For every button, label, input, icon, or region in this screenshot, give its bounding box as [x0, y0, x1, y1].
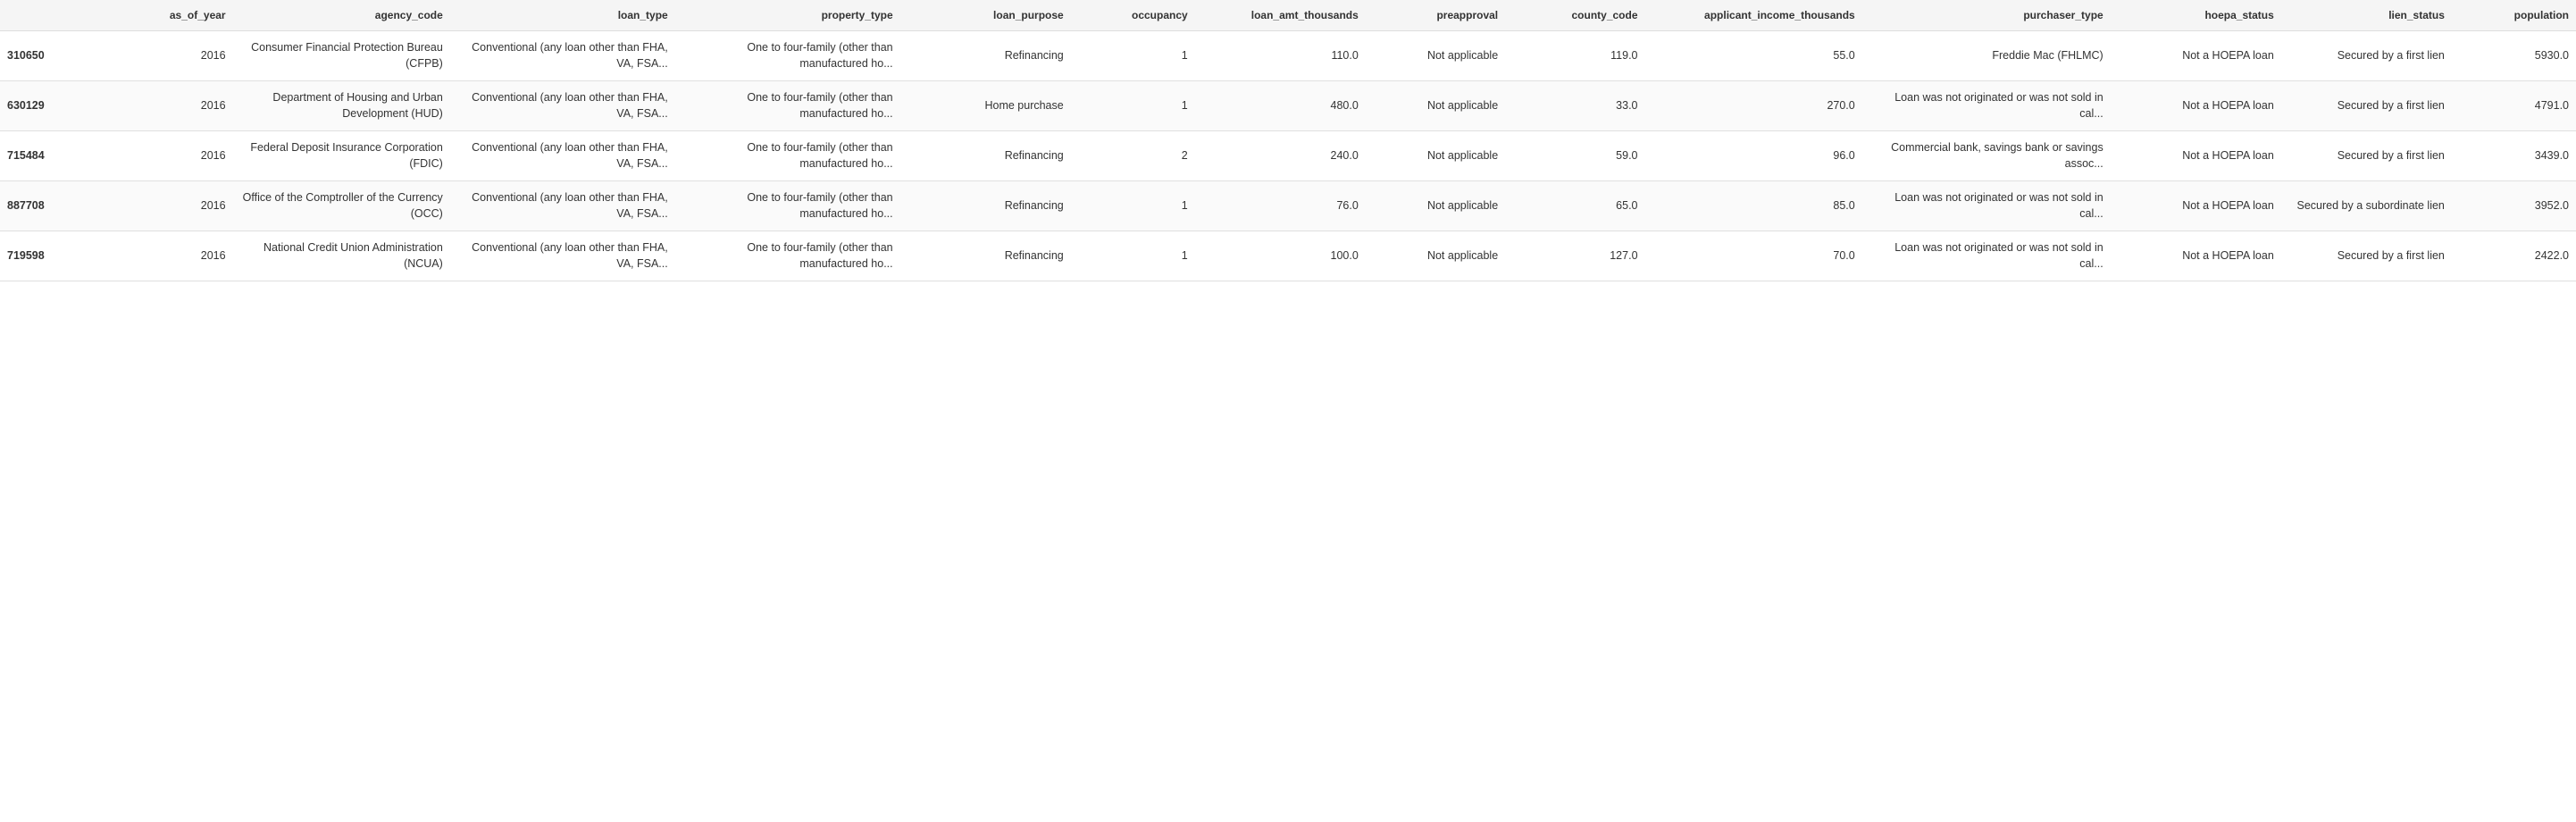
column-header-as_of_year: as_of_year: [124, 0, 233, 31]
cell-agency_code: National Credit Union Administration (NC…: [233, 231, 450, 281]
cell-agency_code: Consumer Financial Protection Bureau (CF…: [233, 31, 450, 81]
cell-property_type: One to four-family (other than manufactu…: [675, 231, 900, 281]
cell-population: 3952.0: [2452, 181, 2576, 231]
cell-agency_code: Office of the Comptroller of the Currenc…: [233, 181, 450, 231]
cell-loan_purpose: Home purchase: [900, 81, 1071, 131]
column-header-applicant_income_thousands: applicant_income_thousands: [1645, 0, 1862, 31]
cell-loan_type: Conventional (any loan other than FHA, V…: [450, 181, 675, 231]
cell-loan_amt_thousands: 480.0: [1195, 81, 1366, 131]
cell-purchaser_type: Loan was not originated or was not sold …: [1862, 81, 2111, 131]
cell-loan_purpose: Refinancing: [900, 131, 1071, 181]
cell-applicant_income_thousands: 96.0: [1645, 131, 1862, 181]
column-header-occupancy: occupancy: [1071, 0, 1195, 31]
cell-loan_amt_thousands: 110.0: [1195, 31, 1366, 81]
cell-preapproval: Not applicable: [1366, 81, 1505, 131]
cell-occupancy: 1: [1071, 31, 1195, 81]
cell-county_code: 119.0: [1505, 31, 1644, 81]
column-header-hoepa_status: hoepa_status: [2111, 0, 2281, 31]
cell-hoepa_status: Not a HOEPA loan: [2111, 181, 2281, 231]
column-header-property_type: property_type: [675, 0, 900, 31]
table-row: 3106502016Consumer Financial Protection …: [0, 31, 2576, 81]
cell-loan_purpose: Refinancing: [900, 31, 1071, 81]
cell-agency_code: Federal Deposit Insurance Corporation (F…: [233, 131, 450, 181]
table-row: 7195982016National Credit Union Administ…: [0, 231, 2576, 281]
cell-id: 630129: [0, 81, 124, 131]
cell-lien_status: Secured by a first lien: [2281, 131, 2452, 181]
cell-applicant_income_thousands: 85.0: [1645, 181, 1862, 231]
cell-as_of_year: 2016: [124, 181, 233, 231]
cell-preapproval: Not applicable: [1366, 131, 1505, 181]
cell-county_code: 127.0: [1505, 231, 1644, 281]
table-row: 8877082016Office of the Comptroller of t…: [0, 181, 2576, 231]
cell-preapproval: Not applicable: [1366, 231, 1505, 281]
cell-lien_status: Secured by a first lien: [2281, 81, 2452, 131]
cell-county_code: 59.0: [1505, 131, 1644, 181]
cell-county_code: 65.0: [1505, 181, 1644, 231]
cell-id: 887708: [0, 181, 124, 231]
cell-lien_status: Secured by a subordinate lien: [2281, 181, 2452, 231]
cell-applicant_income_thousands: 270.0: [1645, 81, 1862, 131]
cell-id: 719598: [0, 231, 124, 281]
cell-id: 310650: [0, 31, 124, 81]
cell-population: 4791.0: [2452, 81, 2576, 131]
column-header-population: population: [2452, 0, 2576, 31]
cell-purchaser_type: Freddie Mac (FHLMC): [1862, 31, 2111, 81]
cell-loan_type: Conventional (any loan other than FHA, V…: [450, 31, 675, 81]
cell-as_of_year: 2016: [124, 131, 233, 181]
cell-property_type: One to four-family (other than manufactu…: [675, 131, 900, 181]
cell-loan_amt_thousands: 100.0: [1195, 231, 1366, 281]
cell-population: 2422.0: [2452, 231, 2576, 281]
cell-applicant_income_thousands: 55.0: [1645, 31, 1862, 81]
column-header-purchaser_type: purchaser_type: [1862, 0, 2111, 31]
column-header-loan_purpose: loan_purpose: [900, 0, 1071, 31]
cell-purchaser_type: Loan was not originated or was not sold …: [1862, 231, 2111, 281]
cell-loan_type: Conventional (any loan other than FHA, V…: [450, 131, 675, 181]
cell-occupancy: 1: [1071, 231, 1195, 281]
cell-loan_purpose: Refinancing: [900, 181, 1071, 231]
cell-as_of_year: 2016: [124, 31, 233, 81]
cell-property_type: One to four-family (other than manufactu…: [675, 31, 900, 81]
table-row: 7154842016Federal Deposit Insurance Corp…: [0, 131, 2576, 181]
column-header-lien_status: lien_status: [2281, 0, 2452, 31]
cell-hoepa_status: Not a HOEPA loan: [2111, 131, 2281, 181]
cell-loan_type: Conventional (any loan other than FHA, V…: [450, 81, 675, 131]
cell-population: 5930.0: [2452, 31, 2576, 81]
table-row: 6301292016Department of Housing and Urba…: [0, 81, 2576, 131]
cell-property_type: One to four-family (other than manufactu…: [675, 181, 900, 231]
cell-hoepa_status: Not a HOEPA loan: [2111, 31, 2281, 81]
cell-lien_status: Secured by a first lien: [2281, 31, 2452, 81]
cell-applicant_income_thousands: 70.0: [1645, 231, 1862, 281]
cell-preapproval: Not applicable: [1366, 31, 1505, 81]
cell-property_type: One to four-family (other than manufactu…: [675, 81, 900, 131]
cell-as_of_year: 2016: [124, 81, 233, 131]
cell-id: 715484: [0, 131, 124, 181]
cell-county_code: 33.0: [1505, 81, 1644, 131]
column-header-agency_code: agency_code: [233, 0, 450, 31]
data-table: as_of_yearagency_codeloan_typeproperty_t…: [0, 0, 2576, 281]
cell-as_of_year: 2016: [124, 231, 233, 281]
column-header-loan_amt_thousands: loan_amt_thousands: [1195, 0, 1366, 31]
cell-agency_code: Department of Housing and Urban Developm…: [233, 81, 450, 131]
cell-occupancy: 1: [1071, 181, 1195, 231]
cell-loan_purpose: Refinancing: [900, 231, 1071, 281]
table-header-row: as_of_yearagency_codeloan_typeproperty_t…: [0, 0, 2576, 31]
cell-purchaser_type: Loan was not originated or was not sold …: [1862, 181, 2111, 231]
data-table-container: as_of_yearagency_codeloan_typeproperty_t…: [0, 0, 2576, 281]
column-header-county_code: county_code: [1505, 0, 1644, 31]
cell-hoepa_status: Not a HOEPA loan: [2111, 231, 2281, 281]
cell-loan_type: Conventional (any loan other than FHA, V…: [450, 231, 675, 281]
cell-lien_status: Secured by a first lien: [2281, 231, 2452, 281]
column-header-preapproval: preapproval: [1366, 0, 1505, 31]
cell-hoepa_status: Not a HOEPA loan: [2111, 81, 2281, 131]
cell-occupancy: 2: [1071, 131, 1195, 181]
cell-occupancy: 1: [1071, 81, 1195, 131]
cell-purchaser_type: Commercial bank, savings bank or savings…: [1862, 131, 2111, 181]
column-header-loan_type: loan_type: [450, 0, 675, 31]
cell-population: 3439.0: [2452, 131, 2576, 181]
cell-loan_amt_thousands: 240.0: [1195, 131, 1366, 181]
cell-loan_amt_thousands: 76.0: [1195, 181, 1366, 231]
column-header-id: [0, 0, 124, 31]
cell-preapproval: Not applicable: [1366, 181, 1505, 231]
